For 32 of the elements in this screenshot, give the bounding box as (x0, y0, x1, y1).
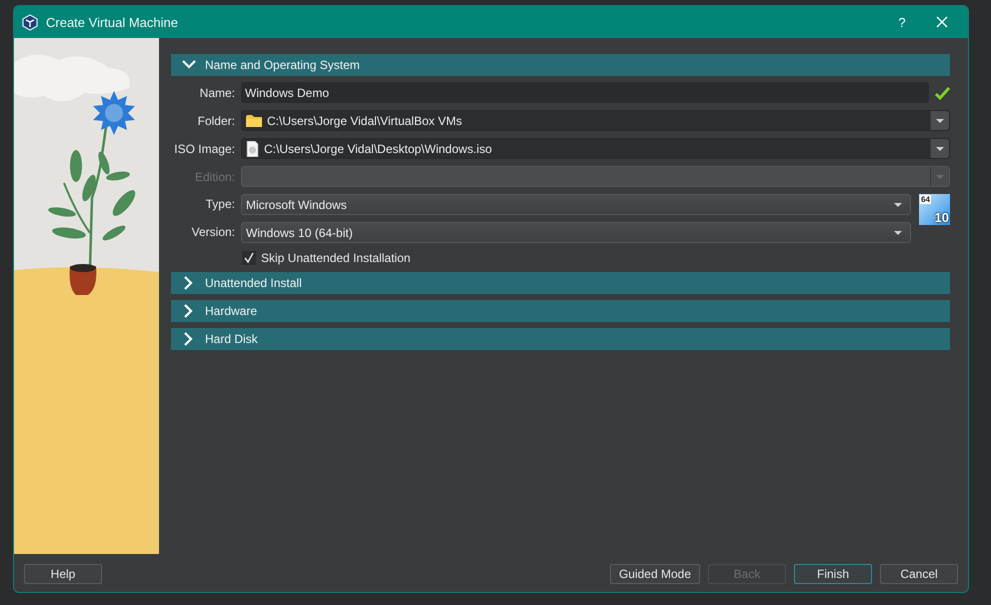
field-label: Version: (190, 224, 235, 241)
folder-icon (246, 114, 262, 128)
section-header[interactable]: Hardware (171, 300, 950, 322)
disc-file-icon (246, 140, 259, 156)
help-button[interactable]: ? (886, 14, 918, 30)
field-label: Type: (204, 196, 235, 213)
section-header[interactable]: Unattended Install (171, 272, 950, 294)
field-label: Name: (198, 86, 235, 100)
dialog-button[interactable]: Guided Mode (610, 564, 700, 584)
checkmark-icon (243, 252, 255, 264)
dialog-button[interactable]: Cancel (880, 564, 958, 584)
path-combo-box[interactable]: C:\Users\Jorge Vidal\VirtualBox VMs (241, 110, 950, 131)
text-field[interactable]: Windows Demo (241, 82, 929, 103)
skip-checkbox[interactable]: Skip Unattended Installation (241, 250, 950, 266)
dropdown-arrow-icon (894, 230, 902, 234)
dropdown-arrow-icon (936, 118, 944, 122)
cube-logo-icon (22, 14, 38, 30)
dropdown-arrow-icon (936, 174, 944, 178)
dialog-button[interactable]: Help (24, 564, 102, 584)
dialog-button[interactable]: Finish (794, 564, 872, 584)
close-icon[interactable] (936, 16, 948, 28)
dropdown-arrow-icon (894, 202, 902, 206)
dropdown-arrow-icon (936, 146, 944, 150)
dropdown[interactable]: Windows 10 (64-bit) (241, 222, 911, 243)
path-combo-box[interactable]: C:\Users\Jorge Vidal\Desktop\Windows.iso (241, 138, 950, 159)
field-label: Folder: (196, 114, 235, 128)
field-label: ISO Image: (173, 142, 235, 156)
section-header[interactable]: Name and Operating System (171, 54, 950, 76)
dropdown[interactable]: Microsoft Windows (241, 194, 911, 215)
section-header[interactable]: Hard Disk (171, 328, 950, 350)
window-title: Create Virtual Machine (46, 14, 179, 30)
os-logo-icon: 64 10 (919, 194, 950, 225)
